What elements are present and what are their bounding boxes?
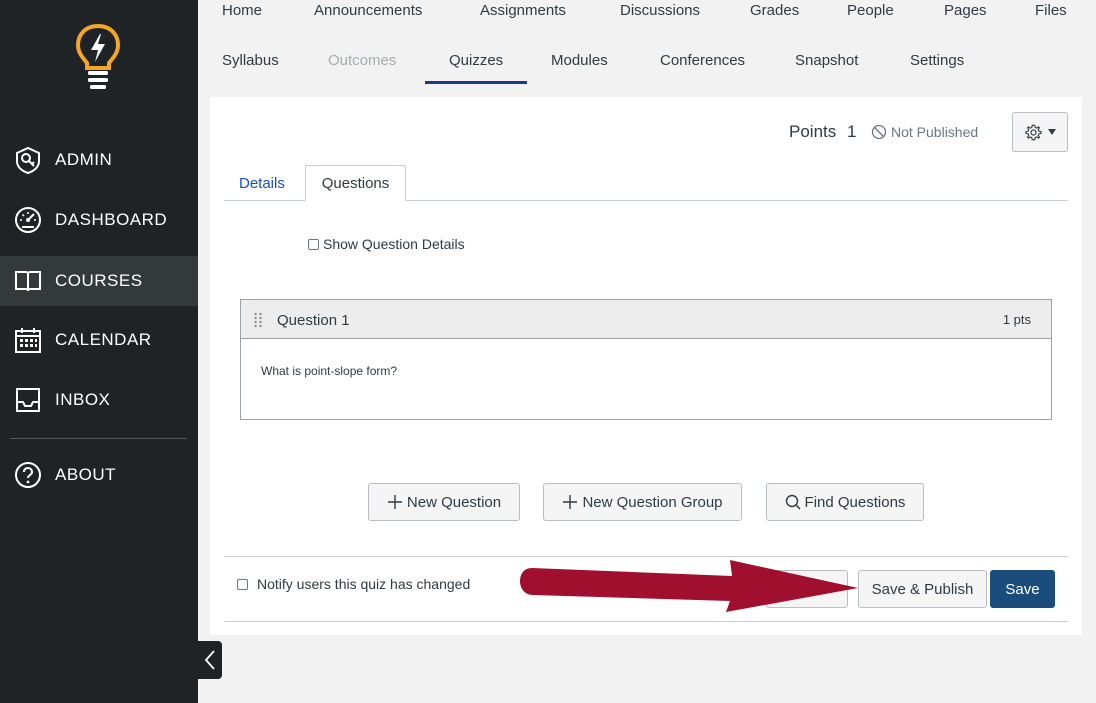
- course-nav-announcements[interactable]: Announcements: [314, 2, 422, 19]
- find-questions-button[interactable]: Find Questions: [766, 483, 924, 521]
- show-question-details-toggle[interactable]: Show Question Details: [308, 236, 465, 252]
- sidebar-item-inbox[interactable]: INBOX: [0, 375, 198, 425]
- new-question-group-label: New Question Group: [582, 493, 723, 511]
- course-nav-people[interactable]: People: [847, 2, 894, 19]
- question-header: Question 1 1 pts: [241, 300, 1051, 339]
- publish-status-text: Not Published: [891, 124, 979, 140]
- inbox-icon: [16, 388, 40, 412]
- sidebar-item-label: CALENDAR: [55, 330, 152, 349]
- dashboard-gauge-icon: [15, 207, 41, 233]
- course-nav-assignments[interactable]: Assignments: [480, 2, 566, 19]
- sidebar-item-label: ADMIN: [55, 150, 113, 169]
- question-text: What is point-slope form?: [261, 364, 398, 378]
- footer-divider-bottom: [224, 621, 1068, 622]
- unpublished-icon: [871, 124, 887, 140]
- notify-users-label: Notify users this quiz has changed: [257, 576, 471, 592]
- course-nav-files[interactable]: Files: [1035, 2, 1067, 19]
- course-nav-settings[interactable]: Settings: [910, 52, 964, 69]
- quiz-settings-menu-button[interactable]: [1012, 112, 1068, 152]
- help-circle-icon: [15, 462, 41, 488]
- plus-icon: [563, 495, 578, 509]
- course-nav-conferences[interactable]: Conferences: [660, 52, 745, 69]
- sidebar-item-courses[interactable]: COURSES: [0, 256, 198, 306]
- courses-book-icon: [15, 271, 41, 292]
- points-value: 1: [847, 122, 857, 141]
- search-icon: [785, 494, 801, 510]
- course-nav-modules[interactable]: Modules: [551, 52, 608, 69]
- sidebar-item-label: INBOX: [55, 390, 111, 409]
- sidebar-item-calendar[interactable]: CALENDAR: [0, 315, 198, 365]
- save-button[interactable]: Save: [990, 570, 1055, 608]
- question-points: 1 pts: [1002, 312, 1031, 327]
- course-nav-home[interactable]: Home: [222, 2, 262, 19]
- new-question-group-button[interactable]: New Question Group: [543, 483, 742, 521]
- footer-divider-top: [224, 556, 1068, 557]
- course-nav-grades[interactable]: Grades: [750, 2, 799, 19]
- save-and-publish-button[interactable]: Save & Publish: [858, 570, 987, 608]
- new-question-label: New Question: [406, 493, 502, 511]
- sidebar-item-admin[interactable]: ADMIN: [0, 135, 198, 185]
- show-details-label: Show Question Details: [323, 236, 465, 252]
- gear-icon: [1024, 124, 1042, 140]
- save-label: Save: [1005, 580, 1040, 598]
- course-nav-outcomes[interactable]: Outcomes: [328, 52, 396, 69]
- new-question-button[interactable]: New Question: [368, 483, 520, 521]
- admin-shield-icon: [16, 146, 40, 174]
- course-nav-quizzes[interactable]: Quizzes: [449, 52, 503, 69]
- question-card: Question 1 1 pts What is point-slope for…: [240, 299, 1052, 420]
- sidebar-divider: [10, 438, 187, 439]
- annotation-arrow-icon: [520, 560, 858, 612]
- sidebar-item-dashboard[interactable]: DASHBOARD: [0, 195, 198, 245]
- tab-details[interactable]: Details: [239, 175, 285, 192]
- course-nav-pages[interactable]: Pages: [944, 2, 987, 19]
- course-nav-syllabus[interactable]: Syllabus: [222, 52, 279, 69]
- sidebar-item-about[interactable]: ABOUT: [0, 450, 198, 500]
- save-and-publish-label: Save & Publish: [871, 580, 974, 598]
- sidebar-item-label: COURSES: [55, 271, 143, 290]
- caret-down-icon: [1047, 129, 1056, 135]
- notify-users-checkbox[interactable]: [237, 578, 248, 590]
- calendar-icon: [15, 328, 41, 353]
- global-nav-sidebar: ADMIN DASHBOARD COURSES CALENDAR INBOX A…: [0, 0, 198, 703]
- question-title: Question 1: [277, 312, 350, 329]
- plus-icon: [387, 495, 402, 509]
- course-nav-discussions[interactable]: Discussions: [620, 2, 700, 19]
- notify-users-toggle[interactable]: Notify users this quiz has changed: [237, 576, 470, 592]
- collapse-nav-button[interactable]: [198, 641, 222, 679]
- chevron-left-icon: [204, 650, 215, 670]
- show-details-checkbox[interactable]: [308, 238, 319, 250]
- active-tab-underline: [425, 81, 527, 84]
- tab-questions[interactable]: Questions: [305, 165, 406, 201]
- tab-questions-label: Questions: [321, 174, 390, 192]
- publish-status: Not Published: [871, 124, 978, 140]
- find-questions-label: Find Questions: [804, 493, 906, 511]
- sidebar-item-label: ABOUT: [55, 465, 117, 484]
- points-label: Points: [789, 122, 837, 141]
- lightbulb-logo-icon[interactable]: [74, 22, 122, 90]
- drag-handle-icon[interactable]: [253, 312, 263, 328]
- course-nav-snapshot[interactable]: Snapshot: [795, 52, 858, 69]
- sidebar-item-label: DASHBOARD: [55, 210, 168, 229]
